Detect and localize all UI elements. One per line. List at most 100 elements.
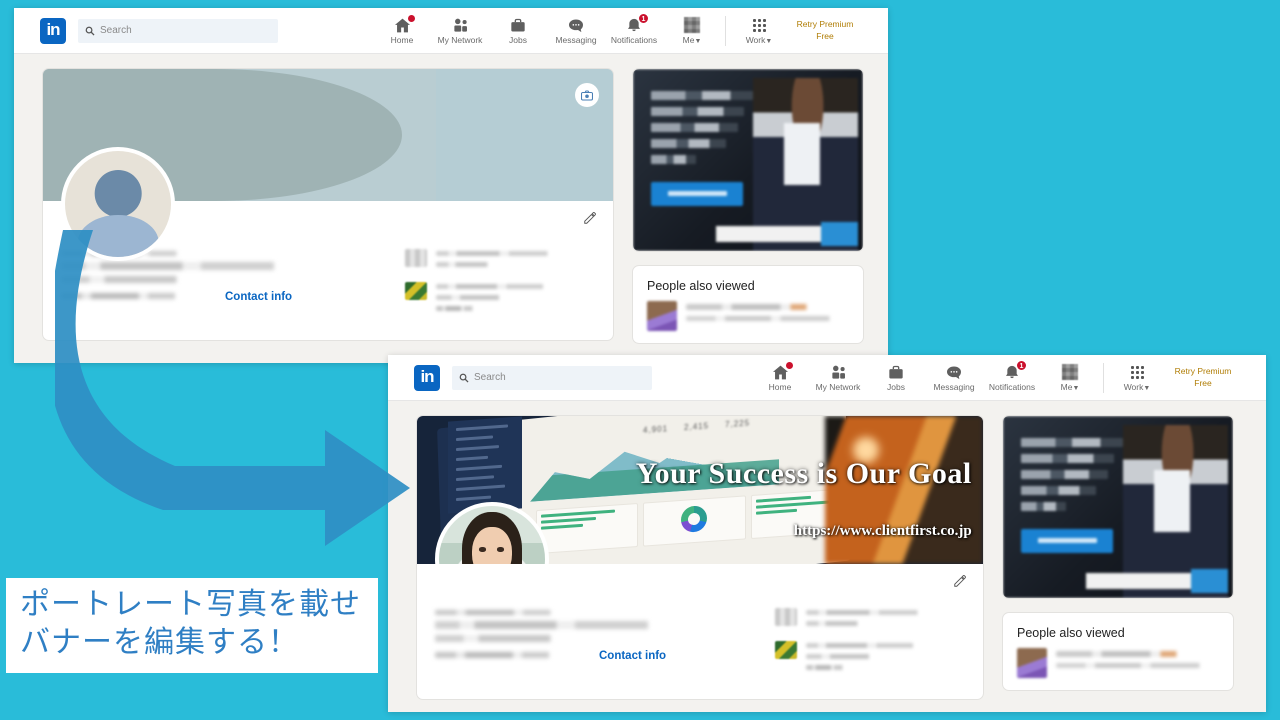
contact-info-link[interactable]: Contact info [599, 650, 666, 662]
blurred-text-line [1056, 651, 1219, 657]
nav-item-me[interactable]: Me▼ [663, 17, 721, 45]
experience-item [405, 249, 595, 273]
nav-label-notifications: Notifications [988, 381, 1036, 392]
profile-avatar-photo[interactable] [435, 502, 549, 564]
retry-premium-link[interactable]: Retry Premium Free [1166, 366, 1240, 389]
nav-label-my-network: My Network [437, 34, 483, 45]
bottom-ad-card[interactable] [1002, 415, 1234, 599]
caption-line-1: ポートレート写真を載せ [20, 587, 361, 622]
list-item[interactable] [633, 301, 863, 343]
bell-icon: 1 [1004, 359, 1027, 381]
bottom-profile-name-block: Contact info [435, 594, 765, 685]
top-navbar: in Search Home My Network Jobs Messaging… [14, 8, 888, 54]
premium-line2: Free [816, 30, 834, 41]
company-logo [775, 641, 797, 659]
nav-item-my-network[interactable]: My Network [431, 17, 489, 45]
nav-item-my-network[interactable]: My Network [809, 364, 867, 392]
nav-item-notifications[interactable]: 1 Notifications [605, 12, 663, 45]
promo-cta-button[interactable] [651, 181, 744, 206]
profile-avatar-placeholder[interactable] [61, 147, 175, 261]
japanese-caption: ポートレート写真を載せ バナーを編集する！ [6, 578, 378, 673]
promo-image [633, 69, 863, 251]
top-ad-card[interactable] [632, 68, 864, 252]
contact-info-link[interactable]: Contact info [225, 291, 292, 303]
blurred-text-line [435, 635, 693, 642]
nav-item-work[interactable]: Work▼ [730, 17, 788, 45]
people-icon [452, 17, 469, 34]
home-icon [772, 360, 794, 381]
search-placeholder-text: Search [100, 25, 132, 36]
nav-item-jobs[interactable]: Jobs [867, 364, 925, 392]
blurred-text-line [1056, 663, 1219, 668]
nav-label-notifications: Notifications [610, 34, 658, 45]
profile-banner-placeholder[interactable] [43, 69, 613, 261]
banner-url-text: https://www.clientfirst.co.jp [793, 522, 972, 539]
retry-premium-link[interactable]: Retry Premium Free [788, 19, 862, 42]
top-page-body: Contact info People also viewed [14, 54, 888, 363]
top-profile-experience-block [405, 235, 595, 326]
briefcase-icon [888, 364, 904, 381]
camera-icon[interactable] [575, 83, 599, 107]
company-logo [405, 282, 427, 300]
blurred-text-line [686, 316, 849, 321]
blurred-text-line [61, 293, 211, 299]
bell-icon: 1 [626, 12, 649, 34]
nav-item-messaging[interactable]: Messaging [925, 364, 983, 392]
pencil-icon[interactable] [953, 574, 967, 593]
nav-item-home[interactable]: Home [751, 360, 809, 392]
blurred-text-line [435, 610, 587, 615]
people-also-viewed-title: People also viewed [1017, 626, 1125, 640]
chevron-down-icon: ▼ [765, 37, 773, 45]
avatar [1017, 648, 1047, 678]
blurred-text-line [435, 652, 585, 658]
nav-label-messaging: Messaging [555, 34, 597, 45]
grid-icon [1130, 364, 1144, 381]
blurred-text-line [436, 284, 589, 289]
pencil-icon[interactable] [583, 211, 597, 230]
avatar [647, 301, 677, 331]
blurred-text-line [806, 643, 959, 648]
nav-label-home: Home [768, 381, 792, 392]
company-logo [775, 608, 797, 626]
top-side-column: People also viewed [632, 68, 864, 363]
nav-item-notifications[interactable]: 1 Notifications [983, 359, 1041, 392]
search-icon [459, 373, 469, 383]
experience-item [775, 608, 965, 632]
notifications-badge: 1 [638, 12, 649, 24]
nav-label-work: Work [1123, 381, 1144, 392]
nav-item-home[interactable]: Home [373, 13, 431, 45]
experience-item [775, 641, 965, 676]
linkedin-logo[interactable]: in [414, 364, 440, 391]
avatar-icon [1062, 364, 1078, 381]
nav-label-work: Work [745, 34, 766, 45]
list-item[interactable] [1003, 648, 1233, 690]
nav-label-messaging: Messaging [933, 381, 975, 392]
search-placeholder-text: Search [474, 372, 506, 383]
top-main-column: Contact info [42, 68, 614, 363]
nav-item-messaging[interactable]: Messaging [547, 17, 605, 45]
blurred-text-line [435, 621, 739, 629]
promo-cta-button[interactable] [1021, 528, 1114, 553]
nav-item-me[interactable]: Me▼ [1041, 364, 1099, 392]
nav-label-me: Me [1060, 381, 1073, 392]
nav-item-jobs[interactable]: Jobs [489, 17, 547, 45]
blurred-text-line [806, 621, 921, 626]
search-input[interactable]: Search [452, 365, 652, 390]
home-badge [406, 13, 416, 23]
banner-headline: Your Success is Our Goal [635, 457, 972, 491]
chat-bubble-icon [946, 364, 962, 381]
premium-line2: Free [1194, 377, 1212, 388]
blurred-text-line [806, 665, 854, 670]
search-input[interactable]: Search [78, 18, 278, 43]
blurred-text-line [61, 276, 319, 283]
bottom-main-column: 4,901 2,415 7,225 Your Success is Our Goal… [416, 415, 984, 712]
nav-item-work[interactable]: Work▼ [1108, 364, 1166, 392]
experience-item [405, 282, 595, 317]
bottom-side-column: People also viewed [1002, 415, 1234, 712]
nav-label-jobs: Jobs [887, 381, 905, 392]
linkedin-logo[interactable]: in [40, 17, 66, 44]
profile-banner-custom[interactable]: 4,901 2,415 7,225 Your Success is Our Goal… [417, 416, 983, 564]
chevron-down-icon: ▼ [694, 37, 702, 45]
caption-line-2: バナーを編集する！ [20, 625, 299, 661]
promo-image [1003, 416, 1233, 598]
